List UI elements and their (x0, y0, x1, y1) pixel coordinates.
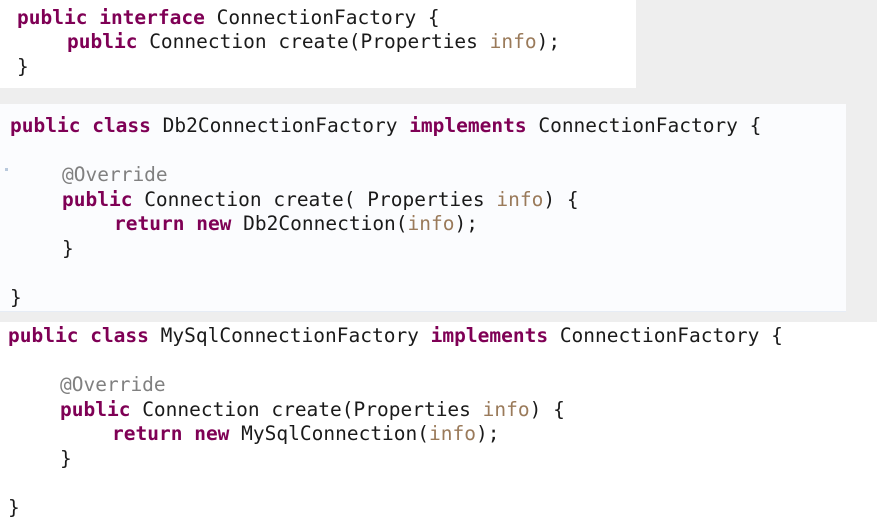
code-line-class-close: } (8, 496, 20, 519)
class-name: Db2ConnectionFactory (150, 114, 410, 137)
interface-name: ConnectionFactory { (526, 114, 762, 137)
method-end: ) { (529, 398, 565, 421)
code-line-annotation: @Override (62, 163, 168, 187)
keyword-public: public (10, 114, 81, 137)
class-name: MySqlConnectionFactory (148, 324, 431, 347)
annotation-override: @Override (62, 163, 168, 186)
constructor-call: MySqlConnection( (229, 422, 430, 445)
keyword-implements: implements (409, 114, 527, 137)
keyword-new: new (194, 422, 230, 445)
param-info: info (496, 188, 544, 211)
keyword-class: class (90, 324, 149, 347)
param-info: info (482, 398, 530, 421)
code-panel-mysql-factory: public class MySqlConnectionFactory impl… (0, 322, 877, 523)
method-end: ) { (543, 188, 579, 211)
arg-info: info (407, 212, 455, 235)
method-signature: Connection create(Properties (137, 30, 490, 53)
code-line-method-decl: public Connection create(Properties info… (60, 398, 565, 422)
method-signature: Connection create(Properties (130, 398, 483, 421)
keyword-return: return (112, 422, 183, 445)
code-panel-db2-factory: public class Db2ConnectionFactory implem… (0, 104, 846, 312)
annotation-override: @Override (60, 373, 166, 396)
code-line-class-close: } (10, 286, 22, 309)
param-info: info (489, 30, 537, 53)
keyword-interface: interface (99, 6, 205, 29)
keyword-return: return (114, 212, 185, 235)
keyword-new: new (196, 212, 232, 235)
keyword-implements: implements (430, 324, 549, 347)
keyword-public: public (8, 324, 79, 347)
code-line-class-decl: public class MySqlConnectionFactory impl… (8, 324, 783, 348)
code-line-interface-decl: public interface ConnectionFactory { (17, 6, 440, 30)
code-line-close-brace: } (17, 55, 29, 78)
code-line-return: return new Db2Connection(info); (114, 212, 478, 236)
arg-info: info (429, 422, 476, 445)
code-line-method-decl: public Connection create( Properties inf… (62, 188, 579, 212)
method-signature: Connection create( Properties (132, 188, 497, 211)
return-end: ); (476, 422, 500, 445)
gutter-marker (5, 168, 8, 171)
code-line-method-decl: public Connection create(Properties info… (67, 30, 560, 54)
code-line-class-decl: public class Db2ConnectionFactory implem… (10, 114, 761, 138)
constructor-call: Db2Connection( (231, 212, 408, 235)
code-line-method-close: } (60, 447, 72, 470)
interface-name: ConnectionFactory { (548, 324, 783, 347)
interface-name: ConnectionFactory { (204, 6, 440, 29)
keyword-public: public (62, 188, 133, 211)
return-end: ); (454, 212, 478, 235)
code-panel-interface: public interface ConnectionFactory { pub… (0, 0, 636, 88)
method-end: ); (536, 30, 561, 53)
code-line-method-close: } (62, 237, 74, 260)
code-line-annotation: @Override (60, 373, 166, 397)
keyword-public: public (17, 6, 88, 29)
code-line-return: return new MySqlConnection(info); (112, 422, 499, 446)
keyword-public: public (60, 398, 131, 421)
keyword-class: class (92, 114, 151, 137)
keyword-public: public (67, 30, 138, 53)
